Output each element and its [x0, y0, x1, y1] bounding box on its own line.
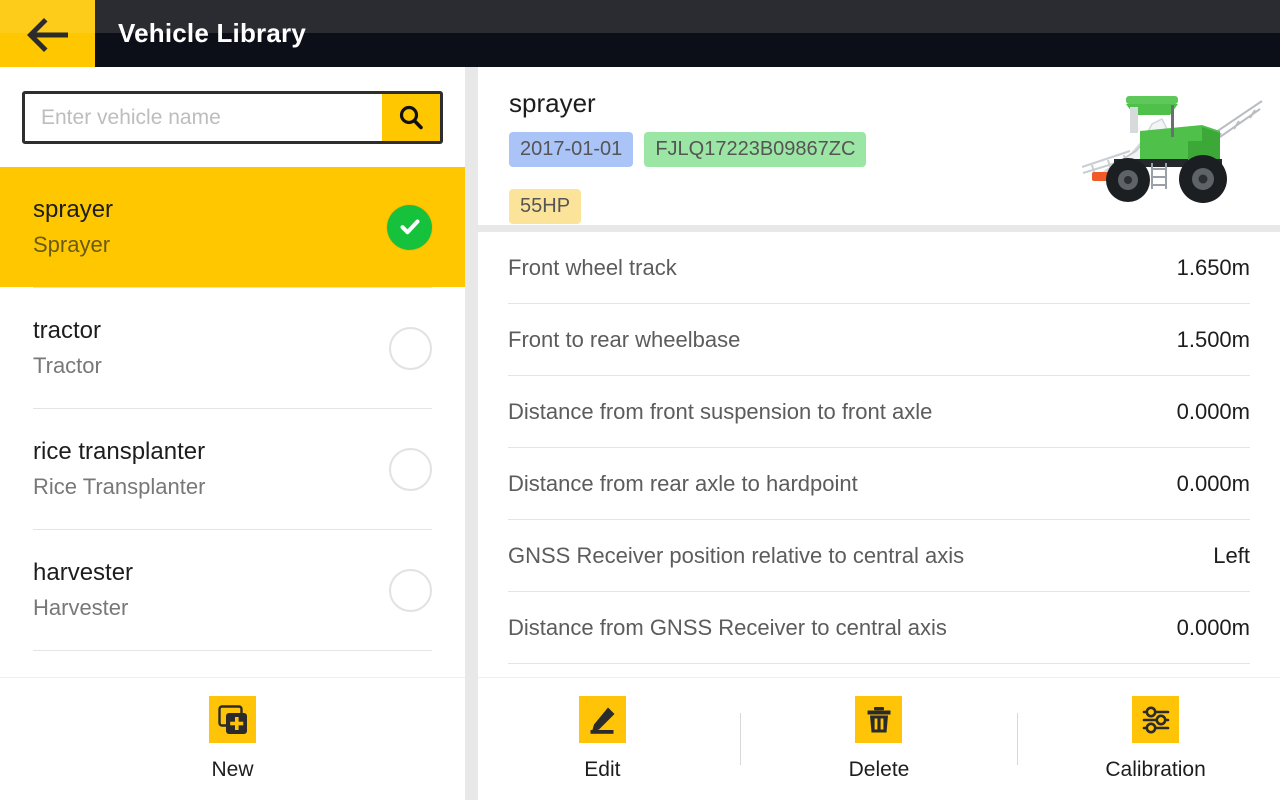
spec-list: Front wheel track 1.650m Front to rear whe… — [478, 232, 1280, 664]
spec-row: Front wheel track 1.650m — [508, 232, 1250, 304]
list-item-text: sprayer Sprayer — [33, 195, 387, 260]
pencil-icon — [590, 707, 615, 734]
spec-label: Front wheel track — [508, 254, 677, 280]
list-item-name: tractor — [33, 316, 102, 344]
detail-header-separator — [478, 225, 1280, 232]
spec-label: Distance from front suspension to front … — [508, 398, 933, 424]
spec-row: Front to rear wheelbase 1.500m — [508, 304, 1250, 376]
vehicle-library-screen: Vehicle Library sprayer Sprayer tractor Tra… — [0, 0, 1280, 800]
toolbar-separator-1 — [740, 713, 742, 765]
spec-row: Distance from GNSS Receiver to central a… — [508, 592, 1250, 664]
sliders-icon — [1142, 706, 1169, 733]
radio-unselected-icon[interactable] — [389, 447, 432, 491]
edit-button-icon-bg — [578, 696, 626, 743]
spec-value: 1.500m — [1176, 326, 1250, 352]
delete-button-icon-bg — [855, 696, 903, 743]
delete-button[interactable]: Delete — [804, 696, 954, 782]
spec-row: Distance from rear axle to hardpoint 0.00… — [508, 448, 1250, 520]
back-button[interactable] — [0, 0, 95, 67]
vehicle-detail-header: sprayer 2017-01-01 FJLQ17223B09867ZC 55HP — [478, 67, 1280, 225]
search-box[interactable] — [22, 91, 443, 144]
calibration-button-icon-bg — [1132, 696, 1180, 743]
right-toolbar: Edit Delete Calibration — [478, 678, 1280, 800]
radio-unselected-icon[interactable] — [389, 326, 432, 370]
vehicle-list-panel: sprayer Sprayer tractor Tractor rice transpl… — [0, 67, 465, 677]
detail-chip: FJLQ17223B09867ZC — [644, 131, 867, 167]
list-item-type: Harvester — [33, 594, 129, 620]
add-card-icon — [217, 704, 247, 734]
left-toolbar: New — [0, 678, 465, 800]
spec-label: Front to rear wheelbase — [508, 326, 741, 352]
spec-label: GNSS Receiver position relative to centr… — [508, 542, 965, 568]
check-circle-icon[interactable] — [387, 204, 432, 250]
list-item-type: Rice Transplanter — [33, 473, 206, 499]
new-button-label: New — [211, 758, 254, 781]
trash-icon — [867, 706, 891, 732]
edit-button-label: Edit — [584, 758, 621, 781]
list-item-name: sprayer — [33, 195, 114, 223]
search-button[interactable] — [382, 94, 440, 141]
list-item-type: Sprayer — [33, 231, 111, 257]
list-item-text: harvester Harvester — [33, 558, 389, 623]
list-item[interactable]: harvester Harvester — [0, 530, 465, 650]
detail-chip: 2017-01-01 — [509, 131, 634, 167]
list-item-name: rice transplanter — [33, 437, 206, 465]
search-icon — [399, 105, 423, 129]
vehicle-detail-panel: sprayer 2017-01-01 FJLQ17223B09867ZC 55HP — [478, 67, 1280, 677]
spec-label: Distance from GNSS Receiver to central a… — [508, 614, 947, 640]
list-item-name: harvester — [33, 558, 134, 586]
spec-row: GNSS Receiver position relative to centr… — [508, 520, 1250, 592]
spec-value: 0.000m — [1176, 398, 1250, 424]
list-divider — [33, 650, 432, 651]
calibration-button[interactable]: Calibration — [1081, 696, 1231, 782]
calibration-button-label: Calibration — [1105, 758, 1206, 781]
list-item[interactable]: sprayer Sprayer — [0, 167, 465, 287]
search-area — [0, 67, 465, 144]
spec-value: 0.000m — [1176, 614, 1250, 640]
radio-unselected-icon[interactable] — [389, 568, 432, 612]
spec-value: Left — [1213, 542, 1250, 568]
list-item[interactable]: rice transplanter Rice Transplanter — [0, 409, 465, 529]
new-button[interactable]: New — [158, 696, 308, 782]
sprayer-illustration — [1081, 96, 1263, 203]
toolbar-separator-2 — [1016, 713, 1018, 765]
edit-button[interactable]: Edit — [527, 696, 677, 782]
new-button-icon-bg — [209, 696, 256, 743]
delete-button-label: Delete — [848, 758, 910, 781]
arrow-left-icon — [26, 17, 68, 52]
spec-value: 0.000m — [1176, 470, 1250, 496]
spec-row: Distance from front suspension to front … — [508, 376, 1250, 448]
page-title: Vehicle Library — [118, 18, 306, 48]
spec-value: 1.650m — [1176, 254, 1250, 280]
panel-gap — [465, 67, 478, 800]
vehicle-detail-chips: 2017-01-01 FJLQ17223B09867ZC 55HP — [509, 131, 1049, 224]
detail-chip: 55HP — [509, 188, 582, 224]
vehicle-list: sprayer Sprayer tractor Tractor rice transpl… — [0, 167, 465, 651]
list-item-type: Tractor — [33, 352, 102, 378]
spec-label: Distance from rear axle to hardpoint — [508, 470, 858, 496]
list-item-text: rice transplanter Rice Transplanter — [33, 437, 389, 502]
list-item-text: tractor Tractor — [33, 316, 389, 381]
app-header: Vehicle Library — [0, 0, 1280, 67]
search-input[interactable] — [25, 94, 382, 141]
list-item[interactable]: tractor Tractor — [0, 288, 465, 408]
